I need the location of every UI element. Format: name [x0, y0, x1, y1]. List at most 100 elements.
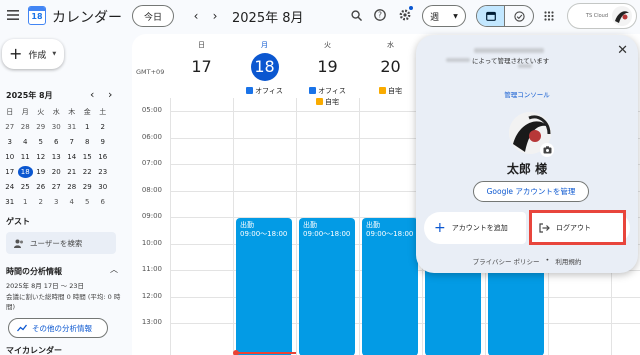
- mini-day[interactable]: 17: [2, 166, 18, 178]
- mini-day[interactable]: 21: [64, 166, 80, 178]
- mini-day[interactable]: 19: [33, 166, 49, 178]
- calendar-logo-icon: 18: [28, 6, 46, 25]
- working-location-chip[interactable]: オフィス: [233, 85, 296, 96]
- mini-day[interactable]: 30: [95, 181, 111, 193]
- mini-prev-button[interactable]: ‹: [90, 88, 94, 101]
- mini-day[interactable]: 26: [33, 181, 49, 193]
- logout-button[interactable]: ログアウト: [529, 212, 630, 244]
- mini-day[interactable]: 10: [2, 151, 18, 163]
- mini-day[interactable]: 30: [49, 121, 65, 133]
- footer-separator: •: [545, 256, 550, 264]
- mini-day[interactable]: 4: [18, 136, 34, 148]
- mini-day[interactable]: 5: [80, 196, 96, 208]
- mini-day[interactable]: 15: [80, 151, 96, 163]
- today-button[interactable]: 今日: [132, 5, 174, 27]
- mini-day[interactable]: 4: [64, 196, 80, 208]
- mini-day[interactable]: 24: [2, 181, 18, 193]
- working-location-chip[interactable]: 自宅: [296, 96, 359, 107]
- day-number[interactable]: 18: [250, 53, 279, 81]
- mini-day[interactable]: 6: [95, 196, 111, 208]
- event-block[interactable]: 出勤09:00～18:00: [236, 218, 292, 355]
- more-insights-button[interactable]: その他の分析情報: [8, 318, 108, 338]
- mini-day[interactable]: 8: [80, 136, 96, 148]
- event-time: 09:00～18:00: [366, 230, 414, 238]
- mini-day[interactable]: 23: [95, 166, 111, 178]
- date-range-title: 2025年 8月: [232, 11, 304, 26]
- day-number[interactable]: 19: [314, 53, 342, 81]
- mini-day[interactable]: 11: [18, 151, 34, 163]
- create-button[interactable]: + 作成 ▼: [2, 39, 64, 69]
- privacy-link[interactable]: プライバシー ポリシー: [473, 256, 540, 266]
- mini-day[interactable]: 2: [95, 121, 111, 133]
- hour-label: 10:00: [141, 238, 162, 247]
- event-block[interactable]: 出勤09:00～18:00: [299, 218, 355, 355]
- day-column-header[interactable]: 水 20 自宅: [359, 34, 422, 96]
- svg-text:?: ?: [378, 11, 382, 20]
- mini-day[interactable]: 20: [49, 166, 65, 178]
- view-select[interactable]: 週 ▼: [422, 5, 466, 27]
- manage-account-button[interactable]: Google アカウントを管理: [473, 181, 589, 202]
- working-location-chip[interactable]: オフィス: [296, 85, 359, 96]
- event-block[interactable]: 出勤09:00～18:00: [362, 218, 418, 355]
- chevron-right-icon: ›: [108, 88, 113, 101]
- mini-day[interactable]: 7: [64, 136, 80, 148]
- mini-day[interactable]: 29: [80, 181, 96, 193]
- mini-day[interactable]: 6: [49, 136, 65, 148]
- mini-day[interactable]: 1: [18, 196, 34, 208]
- mini-day[interactable]: 18: [17, 166, 33, 178]
- calendar-mode-button[interactable]: [477, 6, 506, 26]
- user-name: 太郎 様: [506, 162, 548, 176]
- mini-next-button[interactable]: ›: [108, 88, 112, 101]
- insights-summary: 会議に割いた総時間 0 時間 (平均: 0 時間): [6, 293, 121, 311]
- day-column-header[interactable]: 月 18 オフィス: [233, 34, 296, 96]
- hour-label: 11:00: [141, 265, 162, 273]
- mini-day[interactable]: 12: [33, 151, 49, 163]
- mini-weekday-label: 火: [37, 108, 45, 116]
- mini-day[interactable]: 28: [64, 181, 80, 193]
- help-button[interactable]: ?: [369, 4, 391, 26]
- mini-day[interactable]: 2: [33, 196, 49, 208]
- mini-day[interactable]: 3: [2, 136, 18, 148]
- admin-console-link[interactable]: 管理コンソール: [416, 89, 638, 99]
- main-menu-button[interactable]: [2, 4, 24, 26]
- next-week-button[interactable]: ›: [204, 5, 226, 27]
- more-insights-label: その他の分析情報: [32, 323, 92, 333]
- day-number[interactable]: 17: [188, 53, 216, 81]
- settings-button[interactable]: [394, 4, 416, 26]
- timezone-label: GMT+09: [136, 68, 165, 76]
- close-popup-button[interactable]: ✕: [617, 43, 628, 58]
- search-button[interactable]: [345, 4, 367, 26]
- day-column-header[interactable]: 日 17: [170, 34, 233, 81]
- terms-link[interactable]: 利用規約: [555, 256, 581, 266]
- mini-day[interactable]: 31: [64, 121, 80, 133]
- tasks-mode-button[interactable]: [505, 6, 533, 26]
- mini-day[interactable]: 29: [33, 121, 49, 133]
- mini-day[interactable]: 5: [33, 136, 49, 148]
- mini-day[interactable]: 13: [49, 151, 65, 163]
- apps-button[interactable]: [538, 5, 560, 27]
- weekday-name: 日: [198, 41, 205, 49]
- add-account-button[interactable]: + アカウントを追加: [424, 212, 526, 244]
- day-column-header[interactable]: 火 19 オフィス 自宅: [296, 34, 359, 107]
- change-photo-button[interactable]: [540, 143, 554, 157]
- mini-day[interactable]: 9: [95, 136, 111, 148]
- mini-day[interactable]: 31: [2, 196, 18, 208]
- mini-day[interactable]: 27: [49, 181, 65, 193]
- mini-day[interactable]: 25: [18, 181, 34, 193]
- account-chip[interactable]: TS Cloud: [567, 3, 637, 29]
- day-number[interactable]: 20: [377, 53, 405, 81]
- mini-day[interactable]: 14: [64, 151, 80, 163]
- mini-day[interactable]: 1: [80, 121, 96, 133]
- working-location-chip[interactable]: 自宅: [359, 85, 422, 96]
- mini-day[interactable]: 3: [49, 196, 65, 208]
- search-users-input[interactable]: ユーザーを検索: [6, 232, 116, 254]
- mini-day[interactable]: 22: [80, 166, 96, 178]
- search-users-placeholder: ユーザーを検索: [30, 238, 83, 248]
- mini-day[interactable]: 27: [2, 121, 18, 133]
- redacted-domain: [446, 58, 470, 62]
- mini-day[interactable]: 16: [95, 151, 111, 163]
- mini-day[interactable]: 28: [18, 121, 34, 133]
- building-icon: [246, 87, 254, 94]
- insights-collapse-button[interactable]: ︿: [110, 264, 118, 275]
- org-name: TS Cloud: [585, 13, 608, 19]
